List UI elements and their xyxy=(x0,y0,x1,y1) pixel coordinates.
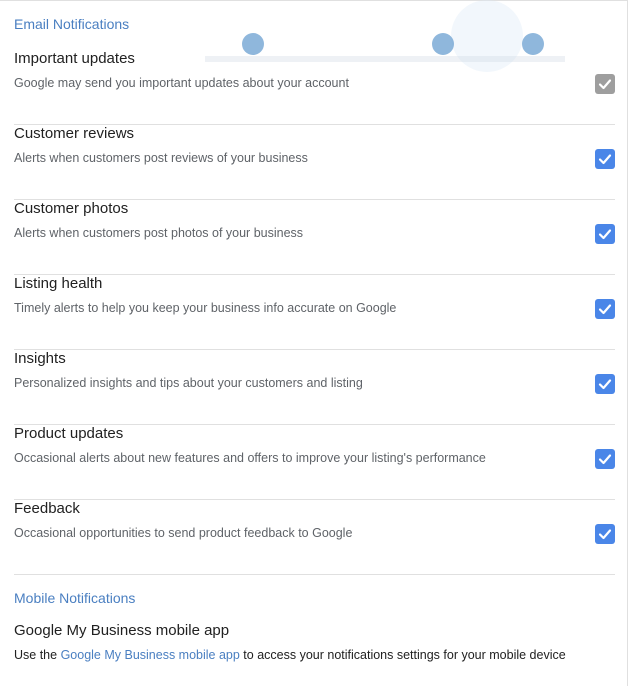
notification-title: Customer reviews xyxy=(14,125,135,142)
checkbox-customer-photos[interactable] xyxy=(595,224,615,244)
mobile-notifications-heading: Mobile Notifications xyxy=(14,590,136,606)
notification-title: Insights xyxy=(14,350,66,367)
notification-row-important-updates: Important updates Google may send you imp… xyxy=(14,50,615,125)
notification-row-feedback: Feedback Occasional opportunities to send… xyxy=(14,500,615,575)
mobile-app-title: Google My Business mobile app xyxy=(14,622,230,639)
checkmark-icon xyxy=(598,379,612,390)
row-divider xyxy=(14,574,615,575)
checkmark-icon xyxy=(598,154,612,165)
notification-title: Customer photos xyxy=(14,200,129,217)
notification-title: Important updates xyxy=(14,50,135,67)
notification-description: Timely alerts to help you keep your busi… xyxy=(14,301,397,315)
notification-title: Feedback xyxy=(14,500,80,517)
notification-row-customer-photos: Customer photos Alerts when customers pos… xyxy=(14,200,615,275)
checkbox-product-updates[interactable] xyxy=(595,449,615,469)
email-notifications-heading: Email Notifications xyxy=(14,16,130,32)
notification-row-product-updates: Product updates Occasional alerts about n… xyxy=(14,425,615,500)
checkmark-icon xyxy=(598,79,612,90)
checkbox-customer-reviews[interactable] xyxy=(595,149,615,169)
notification-row-customer-reviews: Customer reviews Alerts when customers po… xyxy=(14,125,615,200)
notification-description: Occasional opportunities to send product… xyxy=(14,526,353,540)
mobile-app-link[interactable]: Google My Business mobile app xyxy=(61,648,240,662)
notification-row-listing-health: Listing health Timely alerts to help you … xyxy=(14,275,615,350)
notification-row-insights: Insights Personalized insights and tips a… xyxy=(14,350,615,425)
checkmark-icon xyxy=(598,229,612,240)
mobile-desc-suffix: to access your notifications settings fo… xyxy=(239,648,566,662)
checkmark-icon xyxy=(598,304,612,315)
notification-description: Occasional alerts about new features and… xyxy=(14,451,486,465)
notification-description: Alerts when customers post photos of you… xyxy=(14,226,304,240)
notification-description: Alerts when customers post reviews of yo… xyxy=(14,151,308,165)
notification-description: Personalized insights and tips about you… xyxy=(14,376,363,390)
notification-title: Product updates xyxy=(14,425,124,442)
checkbox-important-updates xyxy=(595,74,615,94)
mobile-app-description: Use the Google My Business mobile app to… xyxy=(14,648,566,662)
checkbox-feedback[interactable] xyxy=(595,524,615,544)
mobile-desc-prefix: Use the xyxy=(14,648,61,662)
checkbox-listing-health[interactable] xyxy=(595,299,615,319)
checkmark-icon xyxy=(598,454,612,465)
notification-description: Google may send you important updates ab… xyxy=(14,76,349,90)
checkmark-icon xyxy=(598,529,612,540)
notification-title: Listing health xyxy=(14,275,103,292)
checkbox-insights[interactable] xyxy=(595,374,615,394)
